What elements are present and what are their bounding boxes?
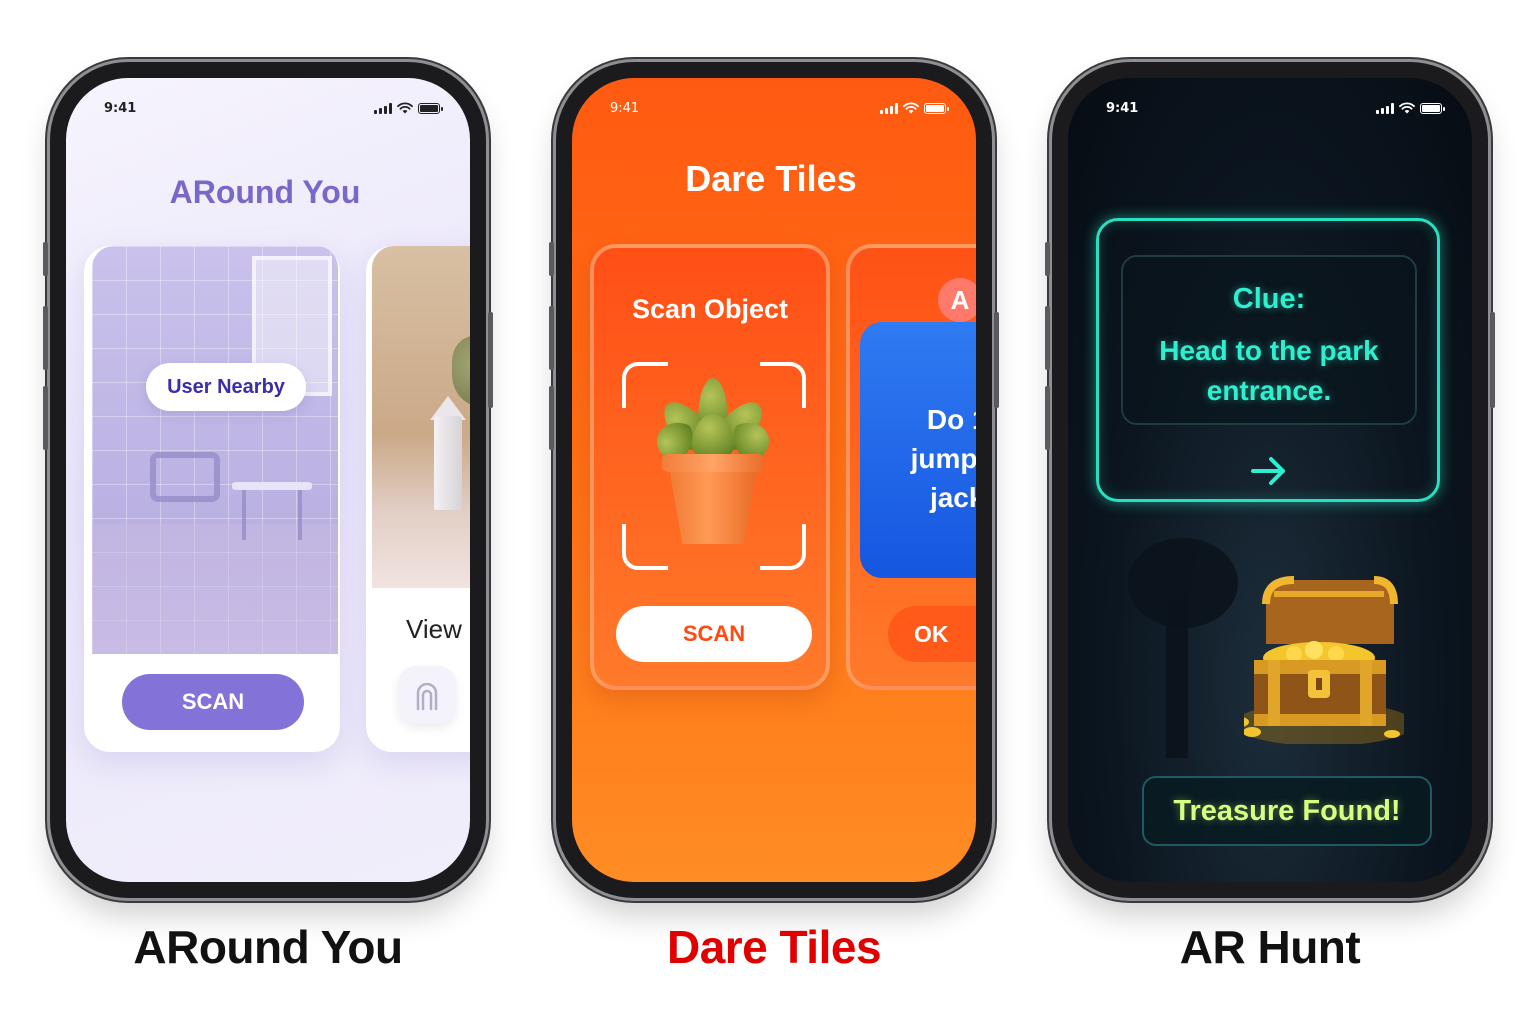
clue-box: Clue: Head to the park entrance. <box>1121 255 1417 425</box>
card-title: Scan Object <box>631 294 789 324</box>
ok-button[interactable]: OK <box>888 606 976 662</box>
app-title: ARound You <box>169 174 361 210</box>
battery-icon <box>1420 102 1445 114</box>
caption-ar-hunt: AR Hunt <box>1179 921 1361 973</box>
status-bar: 9:41 <box>1068 98 1472 118</box>
view-label: View <box>406 614 462 644</box>
screen: 9:41 Clue: Head to the park entrance. Tr… <box>1068 78 1472 882</box>
status-time: 9:41 <box>610 100 640 116</box>
dare-tile-scan[interactable]: Scan Object SCAN <box>590 244 830 690</box>
arrow-right-icon[interactable] <box>1247 451 1291 491</box>
phone-ar-hunt: 9:41 Clue: Head to the park entrance. Tr… <box>1045 62 1495 898</box>
phone-dare-tiles: 9:41 Dare Tiles Scan Object SCAN A Do ju… <box>549 62 999 898</box>
room-photo <box>372 246 470 588</box>
clue-label: Clue: <box>1232 283 1306 315</box>
scan-button[interactable]: SCAN <box>122 674 304 730</box>
signal-icon <box>880 102 898 114</box>
treasure-chest-icon <box>1244 576 1404 744</box>
plant-object <box>651 378 775 558</box>
ar-anchor-button[interactable] <box>398 666 456 724</box>
wifi-icon <box>397 102 413 114</box>
treasure-found-badge[interactable]: Treasure Found! <box>1142 776 1432 846</box>
status-bar: 9:41 <box>572 98 976 118</box>
clue-panel[interactable]: Clue: Head to the park entrance. <box>1096 218 1440 502</box>
battery-icon <box>418 102 443 114</box>
volume-up-button <box>43 306 48 370</box>
signal-icon <box>1376 102 1394 114</box>
tree-trunk <box>1166 598 1188 758</box>
power-button <box>488 312 493 408</box>
status-bar: 9:41 <box>66 98 470 118</box>
next-card[interactable]: View <box>366 246 470 752</box>
volume-up-button <box>1045 306 1050 370</box>
scan-button[interactable]: SCAN <box>616 606 812 662</box>
power-button <box>1490 312 1495 408</box>
clue-text: Head to the park entrance. <box>1159 335 1379 406</box>
wifi-icon <box>903 102 919 114</box>
caption-dare-tiles: Dare Tiles <box>666 921 882 973</box>
caption-around-you: ARound You <box>133 921 403 973</box>
user-nearby-pill[interactable]: User Nearby <box>146 363 306 411</box>
dare-tile-next[interactable]: A Do 10 jumping jacks OK <box>846 244 976 690</box>
screen: 9:41 ARound You User Nearby SCAN View <box>66 78 470 882</box>
screen: 9:41 Dare Tiles Scan Object SCAN A Do ju… <box>572 78 976 882</box>
dare-panel: Do 10 jumping jacks <box>860 322 976 578</box>
volume-down-button <box>549 386 554 450</box>
signal-icon <box>374 102 392 114</box>
volume-down-button <box>1045 386 1050 450</box>
mute-switch <box>43 242 48 276</box>
dare-text: Do 10 jumping jacks <box>910 404 976 513</box>
phone-around-you: 9:41 ARound You User Nearby SCAN View <box>43 62 493 898</box>
tile-badge: A <box>938 278 976 322</box>
volume-up-button <box>549 306 554 370</box>
battery-icon <box>924 102 949 114</box>
status-time: 9:41 <box>1106 100 1139 116</box>
app-title: Dare Tiles <box>685 158 857 199</box>
scan-card[interactable]: User Nearby SCAN <box>84 246 340 752</box>
anchor-icon <box>416 682 438 711</box>
wifi-icon <box>1399 102 1415 114</box>
mute-switch <box>549 242 554 276</box>
ar-camera-view: User Nearby <box>92 246 338 654</box>
volume-down-button <box>43 386 48 450</box>
power-button <box>994 312 999 408</box>
status-time: 9:41 <box>104 100 137 116</box>
mute-switch <box>1045 242 1050 276</box>
